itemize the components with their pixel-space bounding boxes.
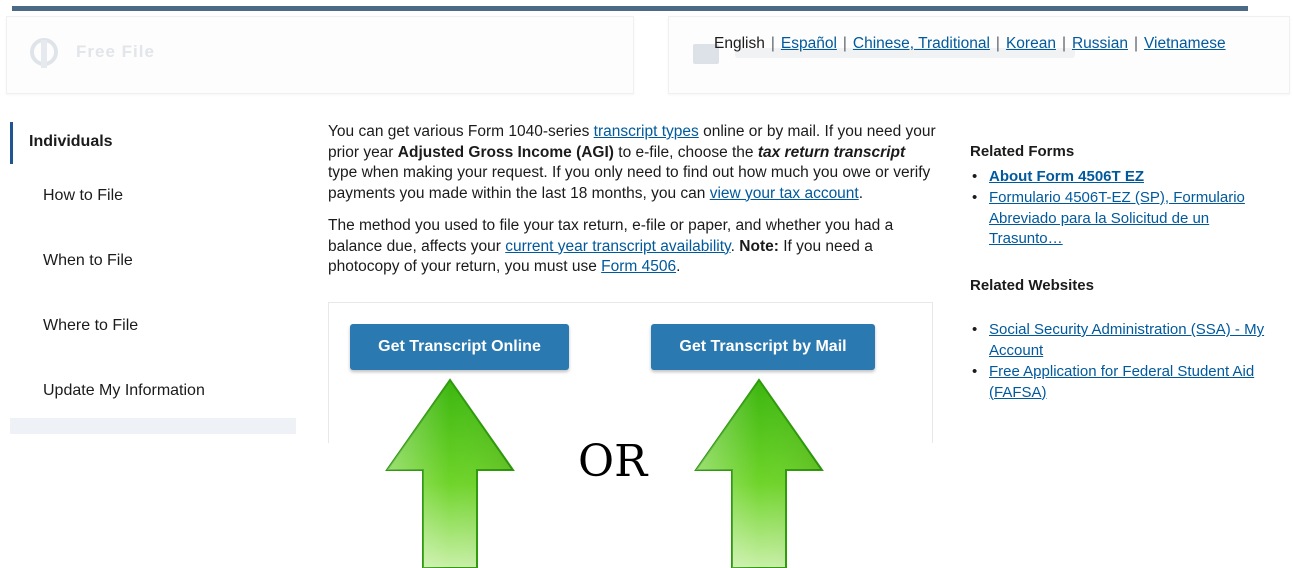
sidebar-active-indicator bbox=[10, 122, 13, 164]
language-bar: English | Español | Chinese, Traditional | Kor… bbox=[714, 35, 1226, 53]
related-sidebar: Related Forms About Form 4506T EZ Formul… bbox=[970, 142, 1280, 404]
related-forms-list: About Form 4506T EZ Formulario 4506T-EZ … bbox=[970, 167, 1280, 250]
language-espanol-link[interactable]: Español bbox=[781, 35, 837, 52]
tax-return-transcript-emphasis: tax return transcript bbox=[757, 143, 906, 161]
sidebar-item-how-to-file[interactable]: How to File bbox=[43, 187, 123, 205]
intro-text: You can get various Form 1040-series bbox=[328, 123, 594, 140]
current-year-availability-link[interactable]: current year transcript availability bbox=[505, 238, 730, 255]
related-forms-heading: Related Forms bbox=[970, 143, 1075, 160]
language-english: English bbox=[714, 35, 765, 52]
sidebar-bottom-highlight bbox=[10, 418, 296, 434]
sidebar-nav: Individuals How to File When to File Whe… bbox=[10, 118, 296, 434]
intro-text: . bbox=[858, 184, 864, 202]
language-vietnamese-link[interactable]: Vietnamese bbox=[1144, 35, 1226, 52]
sidebar-title-individuals[interactable]: Individuals bbox=[29, 133, 113, 151]
green-up-arrow-icon bbox=[385, 378, 515, 568]
get-transcript-online-button[interactable]: Get Transcript Online bbox=[350, 324, 569, 370]
top-accent-bar bbox=[12, 6, 1248, 11]
intro-paragraph: You can get various Form 1040-series tra… bbox=[328, 122, 938, 204]
language-separator: | bbox=[770, 35, 775, 52]
language-korean-link[interactable]: Korean bbox=[1006, 35, 1056, 52]
sidebar-item-when-to-file[interactable]: When to File bbox=[43, 252, 133, 270]
formulario-4506t-ez-sp-link[interactable]: Formulario 4506T-EZ (SP), Formulario Abr… bbox=[989, 189, 1245, 247]
language-separator: | bbox=[995, 35, 1000, 52]
language-russian-link[interactable]: Russian bbox=[1072, 35, 1128, 52]
language-separator: | bbox=[842, 35, 847, 52]
language-chinese-traditional-link[interactable]: Chinese, Traditional bbox=[853, 35, 990, 52]
intro-text: to e-file, choose the bbox=[613, 143, 758, 161]
sidebar-item-where-to-file[interactable]: Where to File bbox=[43, 317, 138, 335]
list-item: Free Application for Federal Student Aid… bbox=[970, 362, 1280, 403]
list-item: About Form 4506T EZ bbox=[970, 167, 1280, 188]
list-item: Social Security Administration (SSA) - M… bbox=[970, 320, 1280, 361]
agi-bold-text: Adjusted Gross Income (AGI) bbox=[397, 143, 614, 161]
green-up-arrow-icon bbox=[694, 378, 824, 568]
faded-logo-text: Free File bbox=[76, 42, 155, 61]
main-content: You can get various Form 1040-series tra… bbox=[328, 122, 938, 290]
method-text: . bbox=[676, 258, 681, 275]
sidebar-item-update-my-information[interactable]: Update My Information bbox=[43, 382, 205, 400]
method-paragraph: The method you used to file your tax ret… bbox=[328, 216, 938, 278]
or-label: OR bbox=[578, 436, 648, 487]
transcript-types-link[interactable]: transcript types bbox=[594, 123, 699, 140]
list-item: Formulario 4506T-EZ (SP), Formulario Abr… bbox=[970, 188, 1280, 250]
method-text: . bbox=[730, 237, 740, 255]
ssa-my-account-link[interactable]: Social Security Administration (SSA) - M… bbox=[989, 321, 1264, 359]
fafsa-link[interactable]: Free Application for Federal Student Aid… bbox=[989, 363, 1254, 401]
view-tax-account-link[interactable]: view your tax account bbox=[710, 185, 859, 202]
note-bold-text: Note: bbox=[739, 237, 779, 255]
language-separator: | bbox=[1061, 35, 1066, 52]
related-websites-heading: Related Websites bbox=[970, 276, 1094, 294]
get-transcript-by-mail-button[interactable]: Get Transcript by Mail bbox=[651, 324, 875, 370]
related-websites-list: Social Security Administration (SSA) - M… bbox=[970, 320, 1280, 403]
language-separator: | bbox=[1133, 35, 1138, 52]
faded-logo-icon bbox=[30, 38, 58, 68]
about-form-4506t-ez-link[interactable]: About Form 4506T EZ bbox=[989, 168, 1144, 185]
form-4506-link[interactable]: Form 4506 bbox=[601, 258, 676, 275]
